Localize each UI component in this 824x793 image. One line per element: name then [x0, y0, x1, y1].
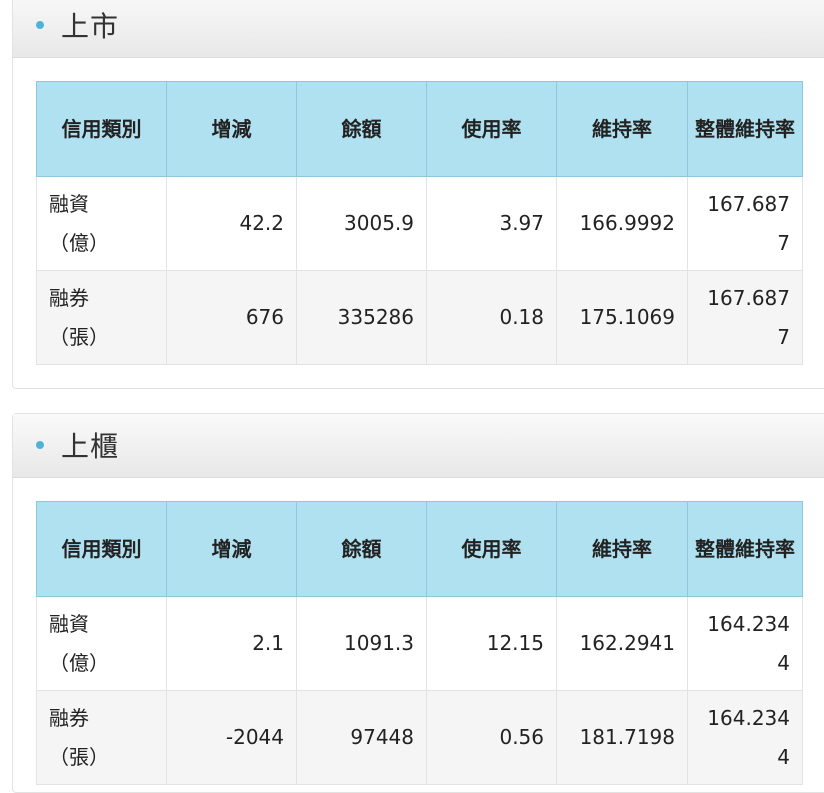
credit-type-unit: （張） [49, 744, 109, 769]
credit-type-cell: 融資 （億） [36, 596, 167, 691]
table-header-row: 信用類別 增減 餘額 使用率 維持率 整體維持率 [36, 501, 803, 597]
maintenance-rate-cell: 162.2941 [556, 596, 688, 691]
column-header-credit-type: 信用類別 [36, 81, 167, 177]
bullet-dot-icon [36, 21, 44, 29]
change-cell: 2.1 [166, 596, 297, 691]
usage-rate-cell: 0.18 [426, 270, 557, 365]
table-header-row: 信用類別 增減 餘額 使用率 維持率 整體維持率 [36, 81, 803, 177]
table-row: 融資 （億） 42.2 3005.9 3.97 166.9992 167.687… [36, 176, 803, 271]
change-cell: 42.2 [166, 176, 297, 271]
maintenance-rate-cell: 175.1069 [556, 270, 688, 365]
column-header-change: 增減 [166, 81, 297, 177]
credit-type-unit: （億） [49, 650, 109, 675]
column-header-overall-maintenance-rate: 整體維持率 [687, 501, 803, 597]
listed-market-panel: 上市 信用類別 增減 餘額 使用率 維持率 整體維持率 融資 （億） 42.2 … [12, 0, 824, 389]
column-header-balance: 餘額 [296, 81, 427, 177]
column-header-credit-type: 信用類別 [36, 501, 167, 597]
credit-type-unit: （張） [49, 324, 109, 349]
change-cell: -2044 [166, 690, 297, 785]
credit-table: 信用類別 增減 餘額 使用率 維持率 整體維持率 融資 （億） 42.2 300… [36, 81, 803, 365]
balance-cell: 335286 [296, 270, 427, 365]
balance-cell: 1091.3 [296, 596, 427, 691]
change-cell: 676 [166, 270, 297, 365]
table-row: 融券 （張） -2044 97448 0.56 181.7198 164.234… [36, 690, 803, 785]
usage-rate-cell: 0.56 [426, 690, 557, 785]
column-header-overall-maintenance-rate: 整體維持率 [687, 81, 803, 177]
credit-type-cell: 融券 （張） [36, 690, 167, 785]
column-header-balance: 餘額 [296, 501, 427, 597]
column-header-maintenance-rate: 維持率 [556, 81, 688, 177]
overall-maintenance-rate-cell: 167.6877 [687, 176, 803, 271]
maintenance-rate-cell: 166.9992 [556, 176, 688, 271]
otc-market-panel: 上櫃 信用類別 增減 餘額 使用率 維持率 整體維持率 融資 （億） 2.1 1… [12, 413, 824, 793]
table-row: 融券 （張） 676 335286 0.18 175.1069 167.6877 [36, 270, 803, 365]
panel-header: 上市 [13, 0, 824, 58]
credit-type-cell: 融資 （億） [36, 176, 167, 271]
overall-maintenance-rate-cell: 164.2344 [687, 690, 803, 785]
column-header-usage-rate: 使用率 [426, 501, 557, 597]
column-header-change: 增減 [166, 501, 297, 597]
credit-table: 信用類別 增減 餘額 使用率 維持率 整體維持率 融資 （億） 2.1 1091… [36, 501, 803, 785]
credit-type-cell: 融券 （張） [36, 270, 167, 365]
column-header-maintenance-rate: 維持率 [556, 501, 688, 597]
bullet-dot-icon [36, 441, 44, 449]
overall-maintenance-rate-cell: 167.6877 [687, 270, 803, 365]
maintenance-rate-cell: 181.7198 [556, 690, 688, 785]
usage-rate-cell: 3.97 [426, 176, 557, 271]
usage-rate-cell: 12.15 [426, 596, 557, 691]
credit-type-label: 融資 [49, 611, 89, 636]
credit-type-label: 融券 [49, 705, 89, 730]
section-title: 上市 [61, 10, 120, 43]
credit-type-label: 融券 [49, 285, 89, 310]
panel-header: 上櫃 [13, 414, 824, 478]
column-header-usage-rate: 使用率 [426, 81, 557, 177]
overall-maintenance-rate-cell: 164.2344 [687, 596, 803, 691]
credit-type-unit: （億） [49, 230, 109, 255]
table-row: 融資 （億） 2.1 1091.3 12.15 162.2941 164.234… [36, 596, 803, 691]
section-title: 上櫃 [61, 430, 120, 463]
balance-cell: 97448 [296, 690, 427, 785]
credit-type-label: 融資 [49, 191, 89, 216]
balance-cell: 3005.9 [296, 176, 427, 271]
